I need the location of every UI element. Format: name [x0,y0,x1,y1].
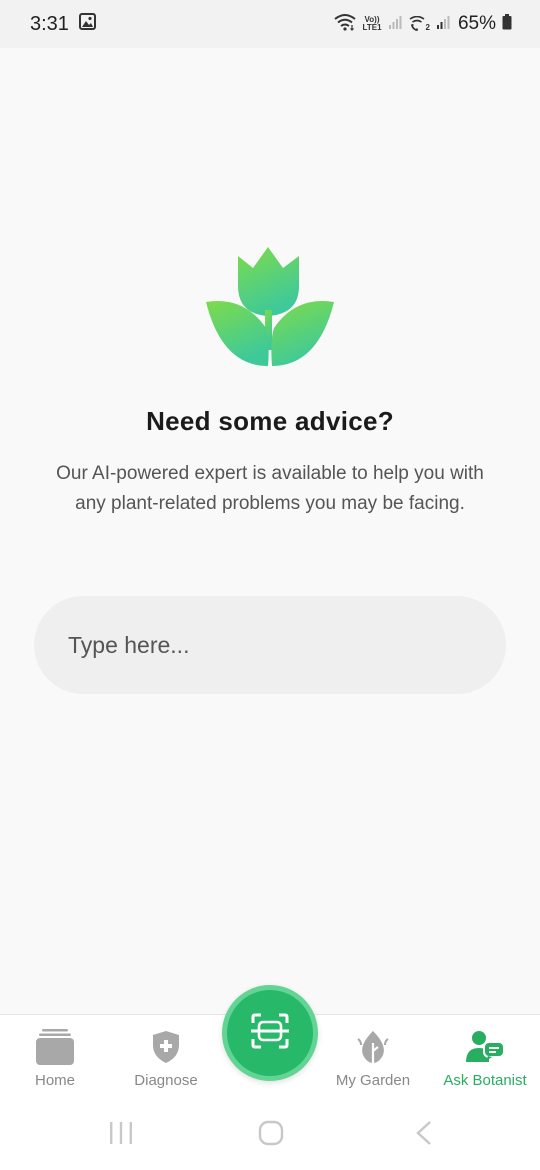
status-left: 3:31 [30,13,96,36]
battery-percent: 65% [457,13,496,34]
nav-label-my-garden: My Garden [335,1072,411,1089]
nav-item-home[interactable]: Home [0,1015,110,1095]
signal-icon-sim1 [388,14,402,35]
wifi-icon [333,13,357,36]
botanist-chat-icon [466,1029,504,1065]
shield-plus-icon [151,1029,181,1065]
nav-label-ask-botanist: Ask Botanist [443,1072,527,1089]
scan-button[interactable] [222,985,318,1081]
nav-item-diagnose[interactable]: Diagnose [111,1015,221,1095]
home-system-icon[interactable] [258,1120,284,1151]
system-nav-bar [0,1094,540,1170]
nav-item-ask-botanist[interactable]: Ask Botanist [430,1015,540,1095]
page-title: Need some advice? [146,406,394,436]
back-icon[interactable] [412,1120,434,1151]
signal-icon-sim2 [436,14,450,35]
battery-icon [502,13,512,35]
nav-item-my-garden[interactable]: My Garden [318,1015,428,1095]
page-description: Our AI-powered expert is available to he… [56,463,484,514]
volte-indicator: Vo)) LTE1 [363,16,382,32]
recent-apps-icon[interactable] [108,1120,134,1151]
tulip-icon [204,244,336,368]
wifi-calling-icon: 2 [408,16,430,32]
status-bar: 3:31 Vo)) LTE1 2 65% [0,0,540,48]
status-time: 3:31 [30,12,69,35]
nav-label-home: Home [34,1072,75,1089]
scan-icon [250,1013,290,1054]
chat-input[interactable] [34,596,506,694]
image-notification-icon [78,13,96,35]
lte-label: LTE1 [362,23,382,32]
status-right: Vo)) LTE1 2 65% [333,13,512,36]
home-stack-icon [36,1029,74,1065]
screen: 3:31 Vo)) LTE1 2 65% Need some advice? O… [0,0,540,1170]
leaf-icon [355,1029,391,1065]
sim2-label: 2 [425,23,430,32]
nav-label-diagnose: Diagnose [134,1072,198,1089]
